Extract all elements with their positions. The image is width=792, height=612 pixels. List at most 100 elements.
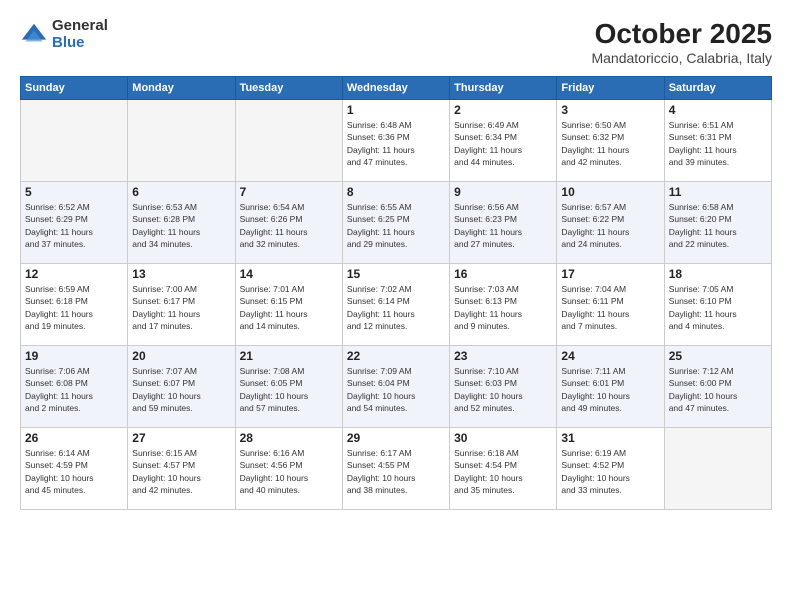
day-info: Sunrise: 6:52 AM Sunset: 6:29 PM Dayligh…	[25, 201, 123, 250]
day-number: 25	[669, 349, 767, 363]
day-info: Sunrise: 7:01 AM Sunset: 6:15 PM Dayligh…	[240, 283, 338, 332]
calendar-cell	[21, 100, 128, 182]
day-info: Sunrise: 7:06 AM Sunset: 6:08 PM Dayligh…	[25, 365, 123, 414]
weekday-header-row: SundayMondayTuesdayWednesdayThursdayFrid…	[21, 77, 772, 100]
day-number: 31	[561, 431, 659, 445]
day-info: Sunrise: 6:15 AM Sunset: 4:57 PM Dayligh…	[132, 447, 230, 496]
calendar-cell: 23Sunrise: 7:10 AM Sunset: 6:03 PM Dayli…	[450, 346, 557, 428]
day-info: Sunrise: 6:49 AM Sunset: 6:34 PM Dayligh…	[454, 119, 552, 168]
calendar-cell: 20Sunrise: 7:07 AM Sunset: 6:07 PM Dayli…	[128, 346, 235, 428]
day-number: 19	[25, 349, 123, 363]
day-info: Sunrise: 6:59 AM Sunset: 6:18 PM Dayligh…	[25, 283, 123, 332]
day-info: Sunrise: 7:05 AM Sunset: 6:10 PM Dayligh…	[669, 283, 767, 332]
day-number: 14	[240, 267, 338, 281]
calendar-cell: 7 Sunrise: 6:54 AM Sunset: 6:26 PM Daylig…	[235, 182, 342, 264]
calendar-cell: 4 Sunrise: 6:51 AM Sunset: 6:31 PM Daylig…	[664, 100, 771, 182]
calendar-cell: 27 Sunrise: 6:15 AM Sunset: 4:57 PM Dayli…	[128, 428, 235, 510]
day-number: 30	[454, 431, 552, 445]
day-info: Sunrise: 6:17 AM Sunset: 4:55 PM Dayligh…	[347, 447, 445, 496]
calendar-cell: 22Sunrise: 7:09 AM Sunset: 6:04 PM Dayli…	[342, 346, 449, 428]
logo-blue-text: Blue	[52, 35, 108, 52]
day-info: Sunrise: 6:56 AM Sunset: 6:23 PM Dayligh…	[454, 201, 552, 250]
day-info: Sunrise: 7:11 AM Sunset: 6:01 PM Dayligh…	[561, 365, 659, 414]
calendar-cell: 26Sunrise: 6:14 AM Sunset: 4:59 PM Dayli…	[21, 428, 128, 510]
day-info: Sunrise: 6:48 AM Sunset: 6:36 PM Dayligh…	[347, 119, 445, 168]
location-subtitle: Mandatoriccio, Calabria, Italy	[591, 50, 772, 66]
month-title: October 2025	[591, 18, 772, 50]
day-number: 1	[347, 103, 445, 117]
calendar-cell: 24 Sunrise: 7:11 AM Sunset: 6:01 PM Dayli…	[557, 346, 664, 428]
calendar-cell: 8Sunrise: 6:55 AM Sunset: 6:25 PM Daylig…	[342, 182, 449, 264]
day-number: 13	[132, 267, 230, 281]
day-info: Sunrise: 6:57 AM Sunset: 6:22 PM Dayligh…	[561, 201, 659, 250]
day-number: 16	[454, 267, 552, 281]
logo-text: General Blue	[52, 18, 108, 51]
weekday-header-wednesday: Wednesday	[342, 77, 449, 100]
day-info: Sunrise: 6:50 AM Sunset: 6:32 PM Dayligh…	[561, 119, 659, 168]
day-info: Sunrise: 6:19 AM Sunset: 4:52 PM Dayligh…	[561, 447, 659, 496]
title-area: October 2025 Mandatoriccio, Calabria, It…	[591, 18, 772, 66]
day-number: 7	[240, 185, 338, 199]
weekday-header-tuesday: Tuesday	[235, 77, 342, 100]
calendar-cell: 2 Sunrise: 6:49 AM Sunset: 6:34 PM Daylig…	[450, 100, 557, 182]
calendar-week-row: 12Sunrise: 6:59 AM Sunset: 6:18 PM Dayli…	[21, 264, 772, 346]
header: General Blue October 2025 Mandatoriccio,…	[20, 18, 772, 66]
calendar-cell	[664, 428, 771, 510]
day-info: Sunrise: 6:51 AM Sunset: 6:31 PM Dayligh…	[669, 119, 767, 168]
day-info: Sunrise: 7:10 AM Sunset: 6:03 PM Dayligh…	[454, 365, 552, 414]
day-info: Sunrise: 7:09 AM Sunset: 6:04 PM Dayligh…	[347, 365, 445, 414]
calendar-cell	[128, 100, 235, 182]
calendar-cell: 30Sunrise: 6:18 AM Sunset: 4:54 PM Dayli…	[450, 428, 557, 510]
weekday-header-sunday: Sunday	[21, 77, 128, 100]
calendar-cell: 3 Sunrise: 6:50 AM Sunset: 6:32 PM Daylig…	[557, 100, 664, 182]
day-number: 10	[561, 185, 659, 199]
calendar-table: SundayMondayTuesdayWednesdayThursdayFrid…	[20, 76, 772, 510]
day-info: Sunrise: 6:14 AM Sunset: 4:59 PM Dayligh…	[25, 447, 123, 496]
calendar-week-row: 1 Sunrise: 6:48 AM Sunset: 6:36 PM Daylig…	[21, 100, 772, 182]
day-number: 2	[454, 103, 552, 117]
day-info: Sunrise: 7:12 AM Sunset: 6:00 PM Dayligh…	[669, 365, 767, 414]
calendar-cell: 11Sunrise: 6:58 AM Sunset: 6:20 PM Dayli…	[664, 182, 771, 264]
calendar-cell: 16Sunrise: 7:03 AM Sunset: 6:13 PM Dayli…	[450, 264, 557, 346]
day-number: 20	[132, 349, 230, 363]
calendar-cell: 1 Sunrise: 6:48 AM Sunset: 6:36 PM Daylig…	[342, 100, 449, 182]
calendar-cell: 6Sunrise: 6:53 AM Sunset: 6:28 PM Daylig…	[128, 182, 235, 264]
calendar-cell: 14 Sunrise: 7:01 AM Sunset: 6:15 PM Dayli…	[235, 264, 342, 346]
calendar-cell: 19 Sunrise: 7:06 AM Sunset: 6:08 PM Dayli…	[21, 346, 128, 428]
calendar-cell: 13 Sunrise: 7:00 AM Sunset: 6:17 PM Dayli…	[128, 264, 235, 346]
calendar-cell	[235, 100, 342, 182]
calendar-cell: 12Sunrise: 6:59 AM Sunset: 6:18 PM Dayli…	[21, 264, 128, 346]
weekday-header-thursday: Thursday	[450, 77, 557, 100]
day-number: 29	[347, 431, 445, 445]
calendar-cell: 10 Sunrise: 6:57 AM Sunset: 6:22 PM Dayli…	[557, 182, 664, 264]
day-info: Sunrise: 7:04 AM Sunset: 6:11 PM Dayligh…	[561, 283, 659, 332]
day-number: 28	[240, 431, 338, 445]
day-number: 11	[669, 185, 767, 199]
day-number: 4	[669, 103, 767, 117]
calendar-cell: 28 Sunrise: 6:16 AM Sunset: 4:56 PM Dayli…	[235, 428, 342, 510]
day-number: 27	[132, 431, 230, 445]
calendar-cell: 9 Sunrise: 6:56 AM Sunset: 6:23 PM Daylig…	[450, 182, 557, 264]
weekday-header-monday: Monday	[128, 77, 235, 100]
logo-general-text: General	[52, 18, 108, 35]
calendar-cell: 5 Sunrise: 6:52 AM Sunset: 6:29 PM Daylig…	[21, 182, 128, 264]
day-number: 15	[347, 267, 445, 281]
calendar-week-row: 26Sunrise: 6:14 AM Sunset: 4:59 PM Dayli…	[21, 428, 772, 510]
calendar-week-row: 19 Sunrise: 7:06 AM Sunset: 6:08 PM Dayli…	[21, 346, 772, 428]
day-info: Sunrise: 6:55 AM Sunset: 6:25 PM Dayligh…	[347, 201, 445, 250]
day-info: Sunrise: 6:16 AM Sunset: 4:56 PM Dayligh…	[240, 447, 338, 496]
logo-icon	[20, 21, 48, 49]
logo: General Blue	[20, 18, 108, 51]
day-info: Sunrise: 6:54 AM Sunset: 6:26 PM Dayligh…	[240, 201, 338, 250]
day-number: 3	[561, 103, 659, 117]
weekday-header-friday: Friday	[557, 77, 664, 100]
day-info: Sunrise: 7:00 AM Sunset: 6:17 PM Dayligh…	[132, 283, 230, 332]
page: General Blue October 2025 Mandatoriccio,…	[0, 0, 792, 612]
calendar-cell: 21Sunrise: 7:08 AM Sunset: 6:05 PM Dayli…	[235, 346, 342, 428]
calendar-cell: 15Sunrise: 7:02 AM Sunset: 6:14 PM Dayli…	[342, 264, 449, 346]
day-number: 5	[25, 185, 123, 199]
day-number: 9	[454, 185, 552, 199]
day-number: 6	[132, 185, 230, 199]
calendar-cell: 31 Sunrise: 6:19 AM Sunset: 4:52 PM Dayli…	[557, 428, 664, 510]
day-number: 24	[561, 349, 659, 363]
